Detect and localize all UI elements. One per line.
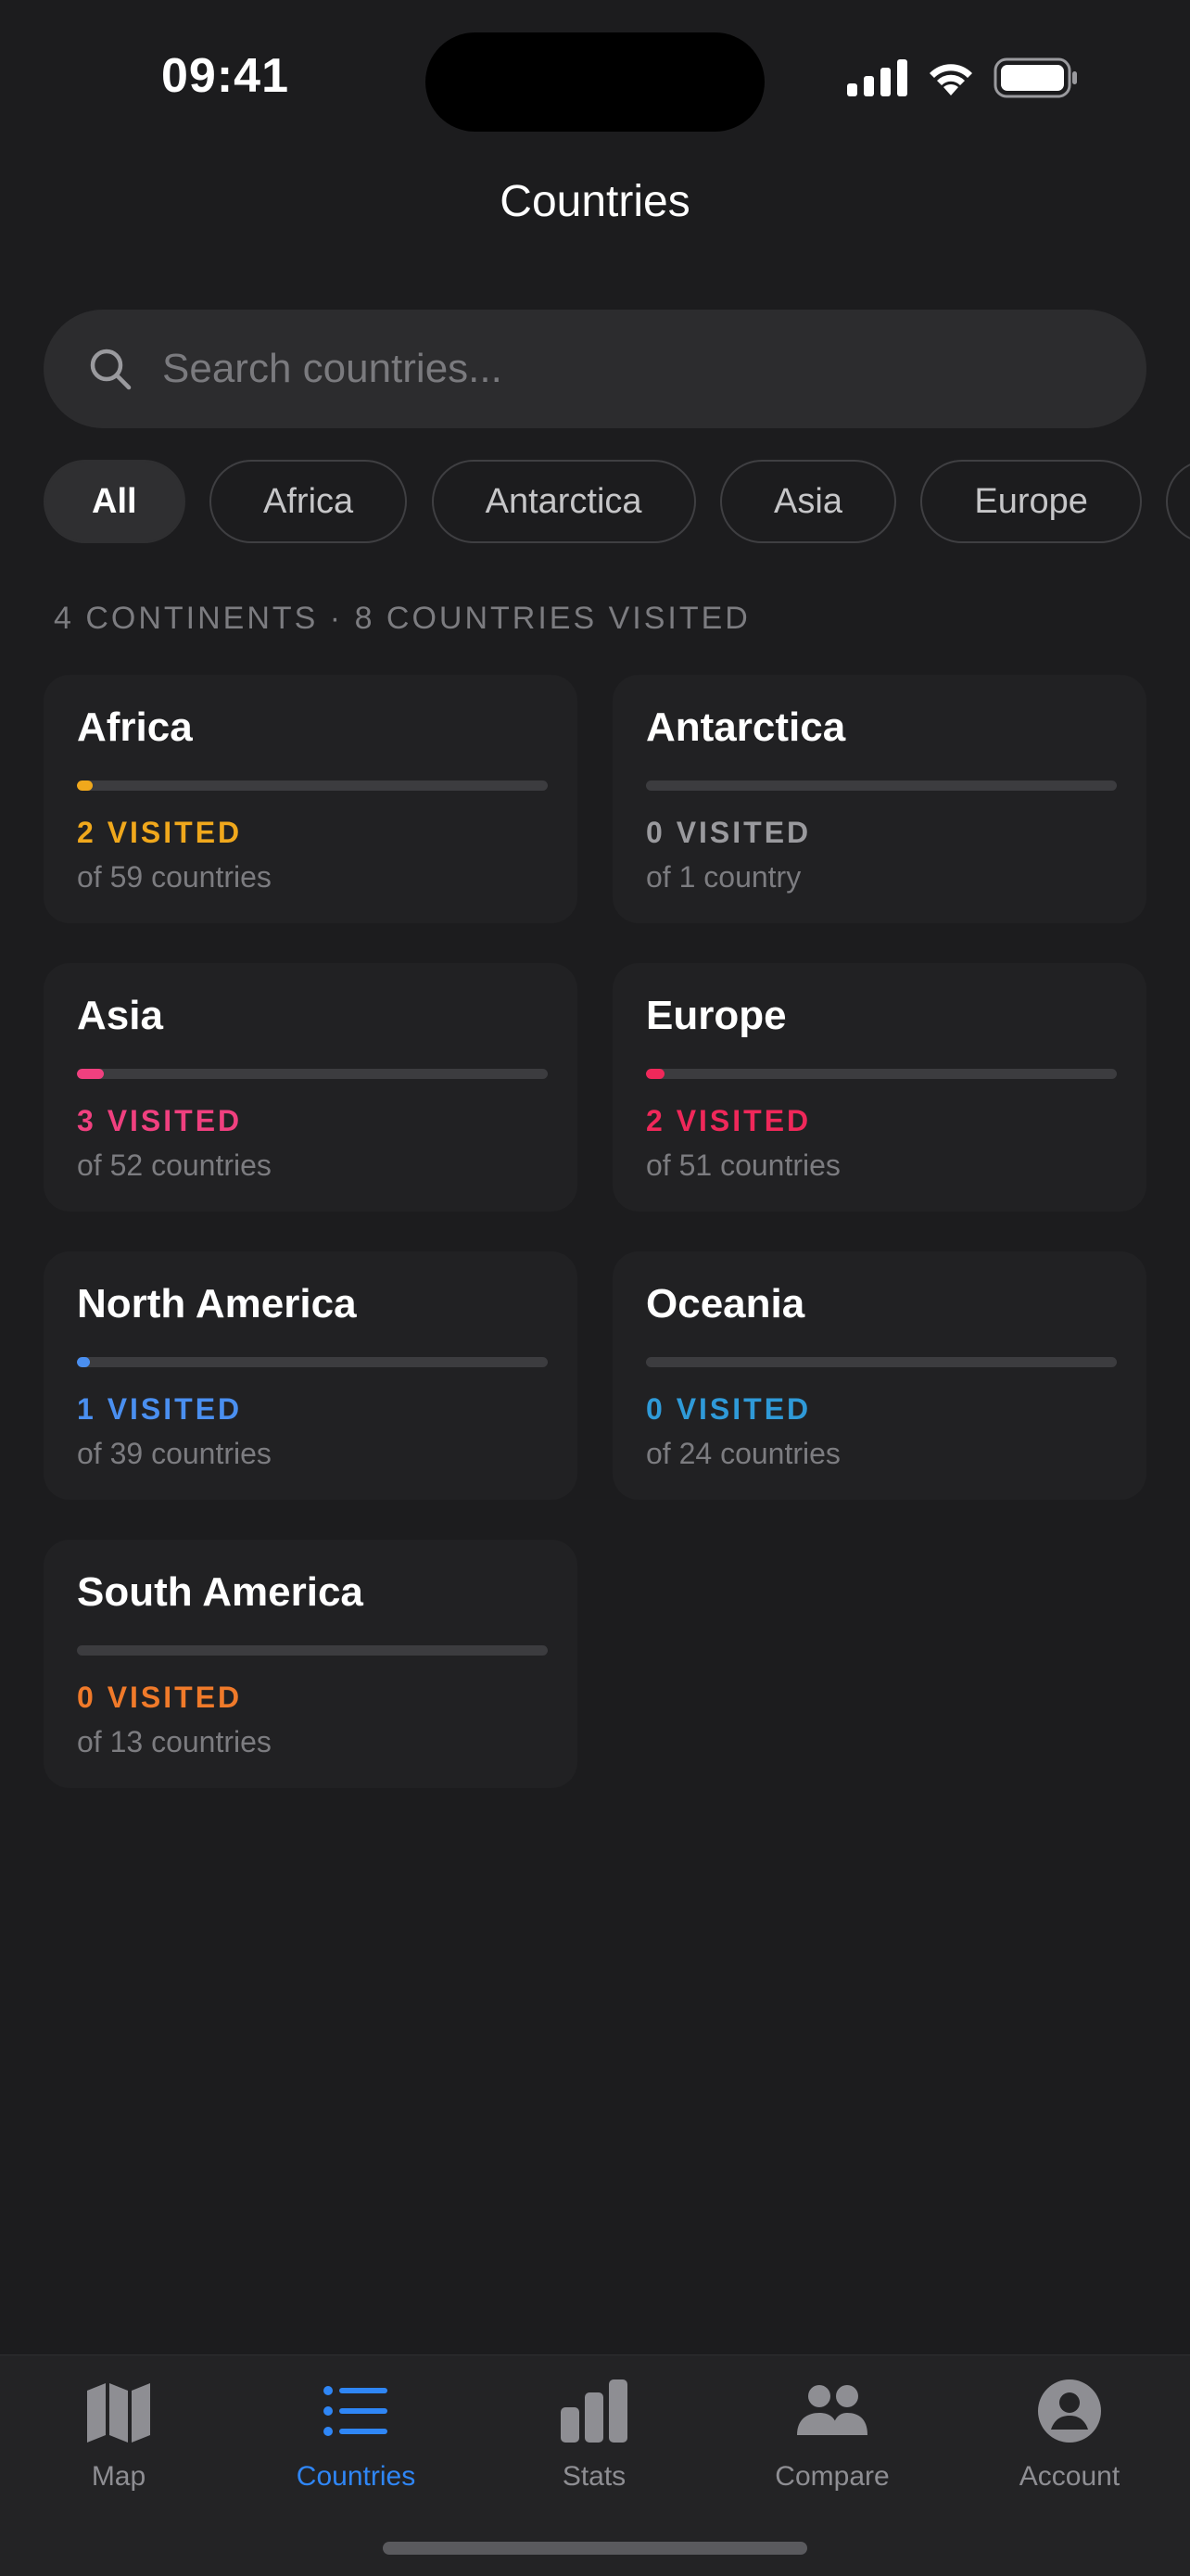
total-countries: of 59 countries xyxy=(77,860,272,894)
status-icons xyxy=(847,57,1079,98)
people-icon xyxy=(797,2385,867,2435)
continent-card-europe[interactable]: Europe 2 VISITED of 51 countries xyxy=(613,963,1146,1212)
continent-name: Antarctica xyxy=(646,704,846,750)
home-indicator xyxy=(383,2542,807,2555)
progress-bar xyxy=(646,1069,1117,1079)
map-icon xyxy=(87,2383,150,2443)
continent-name: Asia xyxy=(77,993,163,1038)
status-time: 09:41 xyxy=(161,49,289,103)
continent-card-africa[interactable]: Africa 2 VISITED of 59 countries xyxy=(44,675,577,923)
visited-summary: 4 CONTINENTS · 8 COUNTRIES VISITED xyxy=(54,601,751,636)
visited-count: 0 VISITED xyxy=(77,1681,243,1714)
continent-filter-bar: All Africa Antarctica Asia Europe xyxy=(44,460,1190,547)
progress-bar xyxy=(77,780,548,791)
tab-label: Stats xyxy=(562,2461,627,2492)
cellular-signal-icon xyxy=(847,59,907,96)
total-countries: of 13 countries xyxy=(77,1725,272,1758)
tab-stats[interactable]: Stats xyxy=(475,2374,713,2513)
continent-name: Africa xyxy=(77,704,193,750)
dynamic-island xyxy=(425,32,765,132)
tab-label: Countries xyxy=(296,2461,416,2492)
continent-card-asia[interactable]: Asia 3 VISITED of 52 countries xyxy=(44,963,577,1212)
total-countries: of 24 countries xyxy=(646,1437,841,1470)
search-icon xyxy=(90,349,132,390)
progress-bar xyxy=(77,1645,548,1656)
filter-chip-asia[interactable]: Asia xyxy=(720,460,896,543)
continent-name: Oceania xyxy=(646,1281,805,1326)
visited-count: 0 VISITED xyxy=(646,1392,812,1426)
battery-icon xyxy=(994,57,1077,98)
continent-card-antarctica[interactable]: Antarctica 0 VISITED of 1 country xyxy=(613,675,1146,923)
progress-fill xyxy=(77,1357,90,1367)
continent-name: Europe xyxy=(646,993,787,1038)
continent-name: South America xyxy=(77,1569,363,1615)
filter-chip-all[interactable]: All xyxy=(44,460,185,543)
progress-fill xyxy=(646,1069,665,1079)
visited-count: 2 VISITED xyxy=(646,1104,812,1137)
tab-account[interactable]: Account xyxy=(951,2374,1188,2513)
visited-count: 3 VISITED xyxy=(77,1104,243,1137)
filter-chip-more[interactable] xyxy=(1166,460,1190,543)
progress-fill xyxy=(77,1069,105,1079)
total-countries: of 52 countries xyxy=(77,1148,272,1182)
filter-chip-europe[interactable]: Europe xyxy=(920,460,1142,543)
tab-label: Map xyxy=(91,2461,146,2492)
page-title: Countries xyxy=(500,177,690,226)
tab-label: Account xyxy=(1019,2461,1120,2492)
progress-bar xyxy=(646,1357,1117,1367)
progress-fill xyxy=(77,780,94,791)
bar-chart-icon xyxy=(561,2379,627,2443)
continent-name: North America xyxy=(77,1281,357,1326)
search-input[interactable] xyxy=(160,345,1054,393)
tab-label: Compare xyxy=(775,2461,890,2492)
continent-card-north-america[interactable]: North America 1 VISITED of 39 countries xyxy=(44,1251,577,1500)
filter-chip-antarctica[interactable]: Antarctica xyxy=(431,460,696,543)
total-countries: of 51 countries xyxy=(646,1148,841,1182)
total-countries: of 1 country xyxy=(646,860,802,894)
filter-chip-africa[interactable]: Africa xyxy=(209,460,408,543)
account-icon xyxy=(1038,2379,1101,2443)
tab-map[interactable]: Map xyxy=(0,2374,237,2513)
progress-bar xyxy=(646,780,1117,791)
wifi-icon xyxy=(930,64,972,95)
tab-compare[interactable]: Compare xyxy=(714,2374,951,2513)
total-countries: of 39 countries xyxy=(77,1437,272,1470)
status-bar: 09:41 xyxy=(0,0,1190,148)
continent-card-oceania[interactable]: Oceania 0 VISITED of 24 countries xyxy=(613,1251,1146,1500)
tab-countries[interactable]: Countries xyxy=(237,2374,475,2513)
visited-count: 0 VISITED xyxy=(646,816,812,849)
visited-count: 1 VISITED xyxy=(77,1392,243,1426)
progress-bar xyxy=(77,1357,548,1367)
progress-bar xyxy=(77,1069,548,1079)
search-bar[interactable] xyxy=(44,310,1146,428)
visited-count: 2 VISITED xyxy=(77,816,243,849)
continent-card-south-america[interactable]: South America 0 VISITED of 13 countries xyxy=(44,1540,577,1788)
list-icon xyxy=(323,2386,387,2436)
